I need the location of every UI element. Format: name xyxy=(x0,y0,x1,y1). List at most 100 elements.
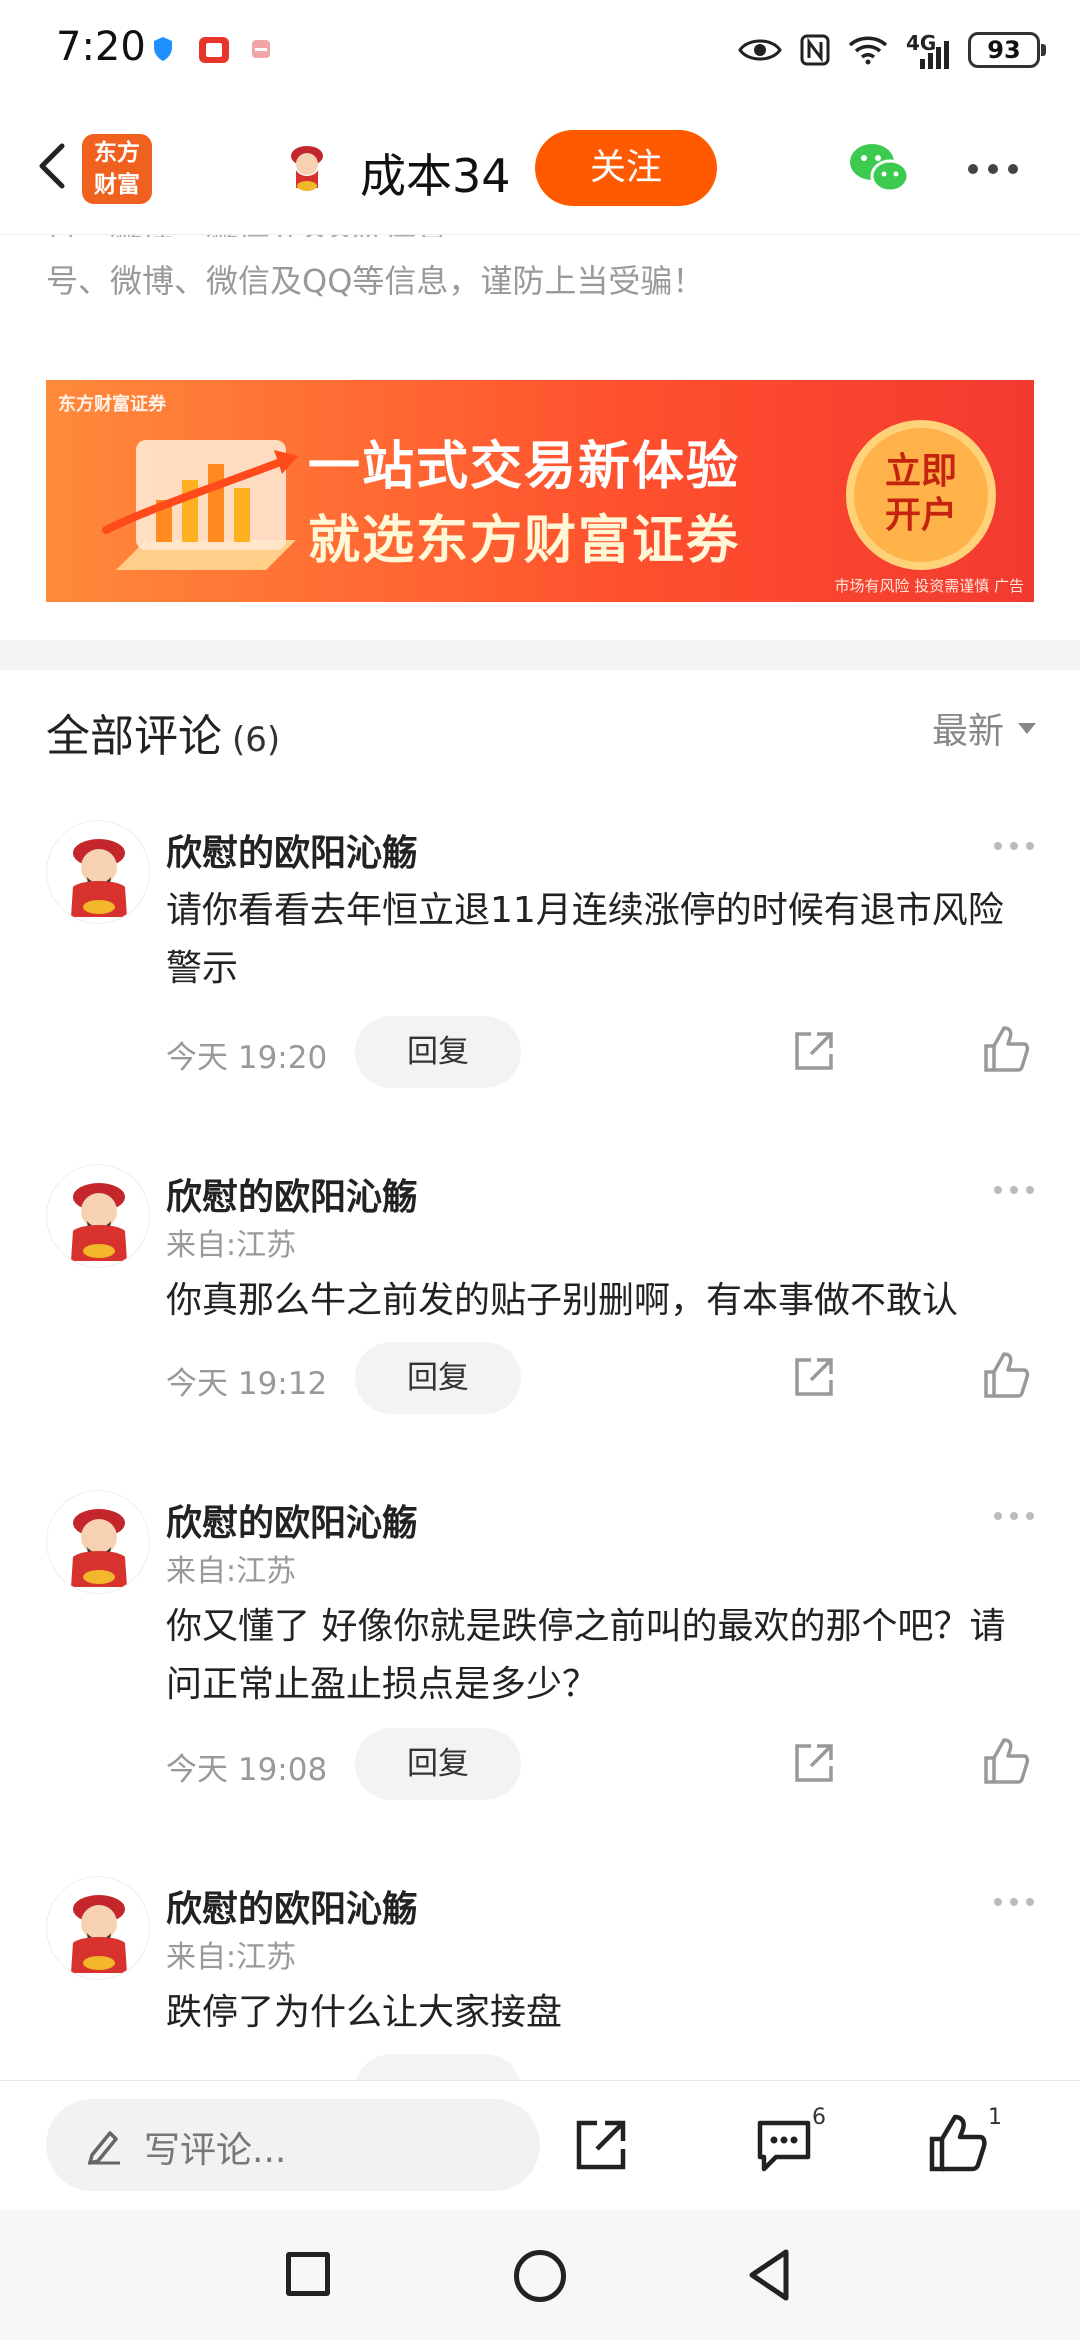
comment-more-button[interactable] xyxy=(994,1898,1034,1906)
status-time: 7:20 xyxy=(56,24,146,70)
commenter-name[interactable]: 欣慰的欧阳沁觞 xyxy=(166,1168,418,1220)
home-button[interactable] xyxy=(514,2250,566,2302)
comment-text: 你真那么牛之前发的贴子别删啊，有本事做不敢认 xyxy=(166,1280,959,1321)
dot-icon xyxy=(988,164,998,174)
nfc-icon xyxy=(800,34,830,66)
cellular-signal: 4G xyxy=(906,33,950,69)
author-avatar[interactable] xyxy=(278,138,336,196)
app-notification-icon xyxy=(199,37,229,63)
caishen-avatar-icon xyxy=(71,839,127,917)
caishen-avatar-icon xyxy=(71,1895,127,1973)
dot-icon xyxy=(968,164,978,174)
author-name[interactable]: 成本34 xyxy=(360,140,511,206)
comment-text: 跌停了为什么让大家接盘 xyxy=(166,1992,563,2033)
cta-line2: 开户 xyxy=(884,495,957,536)
share-icon[interactable] xyxy=(573,2117,629,2173)
shield-notification-icon xyxy=(154,37,172,61)
comment-icon[interactable] xyxy=(754,2117,814,2173)
dot-icon xyxy=(994,1186,1002,1194)
system-back-button[interactable] xyxy=(744,2246,794,2304)
comment-time: 今天 19:20 xyxy=(166,1040,328,1076)
dot-icon xyxy=(1026,1186,1034,1194)
battery-indicator: 93 xyxy=(968,32,1046,68)
comment-count-badge: 6 xyxy=(812,2105,826,2130)
open-account-button[interactable]: 立即 开户 xyxy=(846,420,996,570)
sort-dropdown[interactable]: 最新 xyxy=(932,702,1036,754)
recent-apps-button[interactable] xyxy=(286,2252,330,2296)
bottom-action-bar: 写评论... 6 1 xyxy=(0,2080,1080,2210)
thumbs-up-icon[interactable] xyxy=(982,1350,1030,1400)
banner-subheadline: 就选东方财富证券 xyxy=(308,511,741,571)
comment-actions: 今天 19:20 回复 xyxy=(166,1016,1036,1088)
thumbs-up-icon[interactable] xyxy=(982,1024,1030,1074)
top-navigation-bar: 东方 财富 成本34 关注 xyxy=(0,100,1080,235)
comments-title: 全部评论 (6) xyxy=(46,700,280,764)
dot-icon xyxy=(1026,1512,1034,1520)
dot-icon xyxy=(994,1898,1002,1906)
follow-button[interactable]: 关注 xyxy=(535,130,717,206)
caret-down-icon xyxy=(1018,722,1036,734)
comment-more-button[interactable] xyxy=(994,1512,1034,1520)
caishen-avatar-icon xyxy=(71,1509,127,1587)
section-divider xyxy=(0,640,1080,670)
share-icon[interactable] xyxy=(791,1028,837,1074)
write-comment-input[interactable]: 写评论... xyxy=(46,2099,540,2191)
ad-banner[interactable]: 东方财富证券 一站式交易新体验 就选东方财富证券 立即 开户 市场有风险 投资需… xyxy=(46,380,1034,602)
dot-icon xyxy=(1010,1898,1018,1906)
thumbs-up-icon[interactable] xyxy=(982,1736,1030,1786)
reply-button[interactable]: 回复 xyxy=(355,1342,521,1414)
thumbs-up-icon[interactable] xyxy=(928,2113,988,2173)
comment-text: 请你看看去年恒立退11月连续涨停的时候有退市风险警示 xyxy=(166,890,1004,989)
dot-icon xyxy=(994,842,1002,850)
commenter-name[interactable]: 欣慰的欧阳沁觞 xyxy=(166,824,418,876)
commenter-location: 来自:江苏 xyxy=(166,1554,297,1589)
status-bar: 7:20 4G 93 xyxy=(0,0,1080,100)
dot-icon xyxy=(1010,1512,1018,1520)
cloud-notification-icon xyxy=(252,40,270,58)
commenter-avatar[interactable] xyxy=(46,820,150,924)
chart-illustration-icon xyxy=(102,440,298,570)
comments-count: (6) xyxy=(232,720,281,760)
comment-time: 今天 19:12 xyxy=(166,1366,328,1402)
commenter-location: 来自:江苏 xyxy=(166,1940,297,1975)
reply-button[interactable]: 回复 xyxy=(355,1728,521,1800)
comment-more-button[interactable] xyxy=(994,1186,1034,1194)
anti-fraud-notice: 号、微博、微信及QQ等信息，谨防上当受骗！ xyxy=(46,262,705,300)
more-options-button[interactable] xyxy=(968,164,1018,174)
dot-icon xyxy=(1008,164,1018,174)
comment-actions: 今天 19:12 回复 xyxy=(166,1342,1036,1414)
sort-label: 最新 xyxy=(931,711,1004,752)
caishen-avatar-icon xyxy=(71,1183,127,1261)
dot-icon xyxy=(1010,842,1018,850)
commenter-avatar[interactable] xyxy=(46,1490,150,1594)
banner-brand: 东方财富证券 xyxy=(58,394,166,415)
commenter-name[interactable]: 欣慰的欧阳沁觞 xyxy=(166,1880,418,1932)
wechat-share-icon[interactable] xyxy=(846,138,912,198)
write-comment-placeholder: 写评论... xyxy=(144,2130,287,2171)
banner-headline: 一站式交易新体验 xyxy=(308,437,741,497)
dot-icon xyxy=(1026,1898,1034,1906)
pencil-icon xyxy=(88,2131,120,2165)
eye-icon xyxy=(738,39,782,61)
cta-line1: 立即 xyxy=(884,451,957,492)
comment-actions: 今天 19:08 回复 xyxy=(166,1728,1036,1800)
wifi-icon xyxy=(848,36,888,65)
commenter-location: 来自:江苏 xyxy=(166,1228,297,1263)
comments-title-text: 全部评论 xyxy=(46,711,222,762)
commenter-avatar[interactable] xyxy=(46,1876,150,1980)
system-navigation-bar xyxy=(0,2210,1080,2340)
comment-more-button[interactable] xyxy=(994,842,1034,850)
dot-icon xyxy=(1010,1186,1018,1194)
commenter-name[interactable]: 欣慰的欧阳沁觞 xyxy=(166,1494,418,1546)
app-logo-line1: 东方 xyxy=(94,140,140,166)
banner-risk-disclaimer: 市场有风险 投资需谨慎 广告 xyxy=(834,577,1024,595)
signal-bars-icon xyxy=(920,41,949,69)
share-icon[interactable] xyxy=(791,1354,837,1400)
share-icon[interactable] xyxy=(791,1740,837,1786)
commenter-avatar[interactable] xyxy=(46,1164,150,1268)
app-logo[interactable]: 东方 财富 xyxy=(82,134,152,204)
reply-button[interactable]: 回复 xyxy=(355,1016,521,1088)
dot-icon xyxy=(994,1512,1002,1520)
back-arrow-icon[interactable] xyxy=(24,136,84,196)
like-count-badge: 1 xyxy=(988,2105,1002,2130)
